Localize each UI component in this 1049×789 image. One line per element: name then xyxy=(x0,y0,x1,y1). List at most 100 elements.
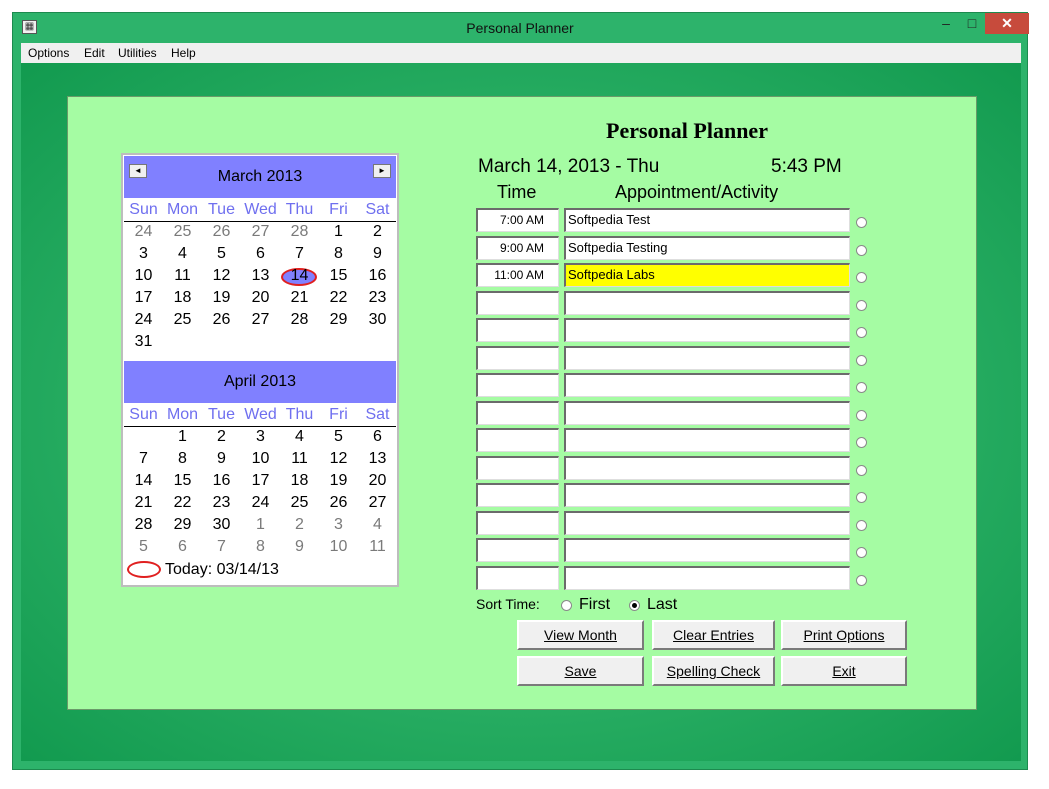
appointment-activity-field[interactable]: Softpedia Testing xyxy=(564,235,850,260)
sort-last-label[interactable]: Last xyxy=(647,596,677,614)
calendar-day[interactable]: 20 xyxy=(241,289,280,307)
appointment-time-field[interactable] xyxy=(476,483,559,507)
calendar-day[interactable]: 18 xyxy=(163,289,202,307)
calendar-day[interactable]: 10 xyxy=(124,267,163,285)
appointment-activity-field[interactable]: Softpedia Labs xyxy=(564,263,850,287)
calendar-day[interactable]: 18 xyxy=(280,472,319,490)
appointment-time-field[interactable] xyxy=(476,455,559,480)
calendar-day[interactable]: 4 xyxy=(358,516,397,534)
calendar-day[interactable]: 4 xyxy=(280,428,319,446)
calendar-day[interactable]: 7 xyxy=(124,450,163,468)
appointment-select-radio[interactable] xyxy=(856,464,867,476)
appointment-select-radio[interactable] xyxy=(856,519,867,531)
calendar-day[interactable]: 3 xyxy=(241,428,280,446)
calendar-day[interactable]: 24 xyxy=(241,494,280,512)
calendar-day[interactable]: 13 xyxy=(358,450,397,468)
menu-options[interactable]: Options xyxy=(28,46,69,60)
appointment-time-field[interactable]: 7:00 AM xyxy=(476,208,559,232)
appointment-time-field[interactable] xyxy=(476,538,559,562)
appointment-activity-field[interactable] xyxy=(564,510,850,535)
calendar-day[interactable]: 7 xyxy=(280,245,319,263)
appointment-select-radio[interactable] xyxy=(856,327,867,338)
calendar-day[interactable]: 5 xyxy=(202,245,241,263)
sort-first-label[interactable]: First xyxy=(579,596,610,614)
calendar-day[interactable]: 22 xyxy=(319,289,358,307)
calendar-day[interactable]: 10 xyxy=(241,450,280,468)
menu-edit[interactable]: Edit xyxy=(84,46,105,60)
calendar-day[interactable]: 15 xyxy=(319,267,358,285)
calendar-day[interactable]: 25 xyxy=(163,223,202,241)
appointment-time-field[interactable] xyxy=(476,373,559,397)
print-options-button[interactable]: Print Options xyxy=(781,620,907,650)
calendar-day[interactable]: 19 xyxy=(319,472,358,490)
appointment-activity-field[interactable] xyxy=(564,373,850,397)
calendar-day[interactable]: 30 xyxy=(202,516,241,534)
minimize-button[interactable]: – xyxy=(933,13,959,34)
appointment-time-field[interactable] xyxy=(476,565,559,590)
calendar-day[interactable]: 29 xyxy=(319,311,358,329)
calendar-day[interactable]: 30 xyxy=(358,311,397,329)
calendar-day[interactable]: 7 xyxy=(202,538,241,556)
calendar-day[interactable]: 28 xyxy=(124,516,163,534)
appointment-select-radio[interactable] xyxy=(856,492,867,503)
appointment-select-radio[interactable] xyxy=(856,574,867,586)
maximize-button[interactable]: □ xyxy=(959,13,985,34)
calendar-day[interactable]: 31 xyxy=(124,333,163,351)
appointment-select-radio[interactable] xyxy=(856,299,867,311)
appointment-select-radio[interactable] xyxy=(856,437,867,448)
calendar-day[interactable]: 11 xyxy=(358,538,397,556)
spelling-check-button[interactable]: Spelling Check xyxy=(652,656,775,686)
appointment-time-field[interactable]: 9:00 AM xyxy=(476,235,559,260)
appointment-activity-field[interactable] xyxy=(564,318,850,342)
appointment-time-field[interactable] xyxy=(476,428,559,452)
sort-first-radio[interactable] xyxy=(561,600,572,611)
calendar-day[interactable]: 11 xyxy=(163,267,202,285)
calendar-day[interactable]: 11 xyxy=(280,450,319,468)
appointment-time-field[interactable] xyxy=(476,510,559,535)
appointment-select-radio[interactable] xyxy=(856,244,867,256)
calendar-day[interactable]: 3 xyxy=(319,516,358,534)
clear-entries-button[interactable]: Clear Entries xyxy=(652,620,775,650)
close-button[interactable]: ✕ xyxy=(985,13,1029,34)
calendar-day[interactable]: 27 xyxy=(241,311,280,329)
calendar-day[interactable]: 9 xyxy=(280,538,319,556)
appointment-activity-field[interactable] xyxy=(564,345,850,370)
calendar-day[interactable]: 22 xyxy=(163,494,202,512)
appointment-select-radio[interactable] xyxy=(856,217,867,228)
calendar-day[interactable]: 29 xyxy=(163,516,202,534)
calendar-day[interactable]: 1 xyxy=(319,223,358,241)
exit-button[interactable]: Exit xyxy=(781,656,907,686)
calendar-day[interactable]: 1 xyxy=(241,516,280,534)
calendar-day[interactable]: 9 xyxy=(358,245,397,263)
calendar-day[interactable]: 6 xyxy=(163,538,202,556)
calendar-day[interactable]: 17 xyxy=(124,289,163,307)
calendar-day[interactable]: 26 xyxy=(319,494,358,512)
save-button[interactable]: Save xyxy=(517,656,644,686)
next-month-button[interactable]: ► xyxy=(373,164,391,178)
calendar-day[interactable]: 28 xyxy=(280,311,319,329)
calendar-day[interactable]: 3 xyxy=(124,245,163,263)
calendar-day[interactable]: 1 xyxy=(163,428,202,446)
appointment-time-field[interactable] xyxy=(476,318,559,342)
calendar-day[interactable]: 21 xyxy=(124,494,163,512)
calendar-day[interactable]: 26 xyxy=(202,223,241,241)
calendar-day[interactable]: 16 xyxy=(358,267,397,285)
appointment-activity-field[interactable] xyxy=(564,290,850,315)
appointment-activity-field[interactable] xyxy=(564,483,850,507)
calendar-day[interactable]: 2 xyxy=(280,516,319,534)
calendar-day[interactable]: 17 xyxy=(241,472,280,490)
appointment-time-field[interactable] xyxy=(476,400,559,425)
calendar-day[interactable]: 27 xyxy=(241,223,280,241)
appointment-select-radio[interactable] xyxy=(856,272,867,283)
appointment-time-field[interactable]: 11:00 AM xyxy=(476,263,559,287)
calendar-day[interactable]: 14 xyxy=(280,267,319,285)
calendar-day[interactable]: 24 xyxy=(124,223,163,241)
appointment-select-radio[interactable] xyxy=(856,382,867,393)
calendar-day[interactable]: 20 xyxy=(358,472,397,490)
calendar-day[interactable]: 6 xyxy=(358,428,397,446)
calendar-day[interactable]: 16 xyxy=(202,472,241,490)
calendar-day[interactable]: 15 xyxy=(163,472,202,490)
calendar-day[interactable]: 5 xyxy=(319,428,358,446)
appointment-time-field[interactable] xyxy=(476,290,559,315)
calendar-day[interactable]: 23 xyxy=(202,494,241,512)
